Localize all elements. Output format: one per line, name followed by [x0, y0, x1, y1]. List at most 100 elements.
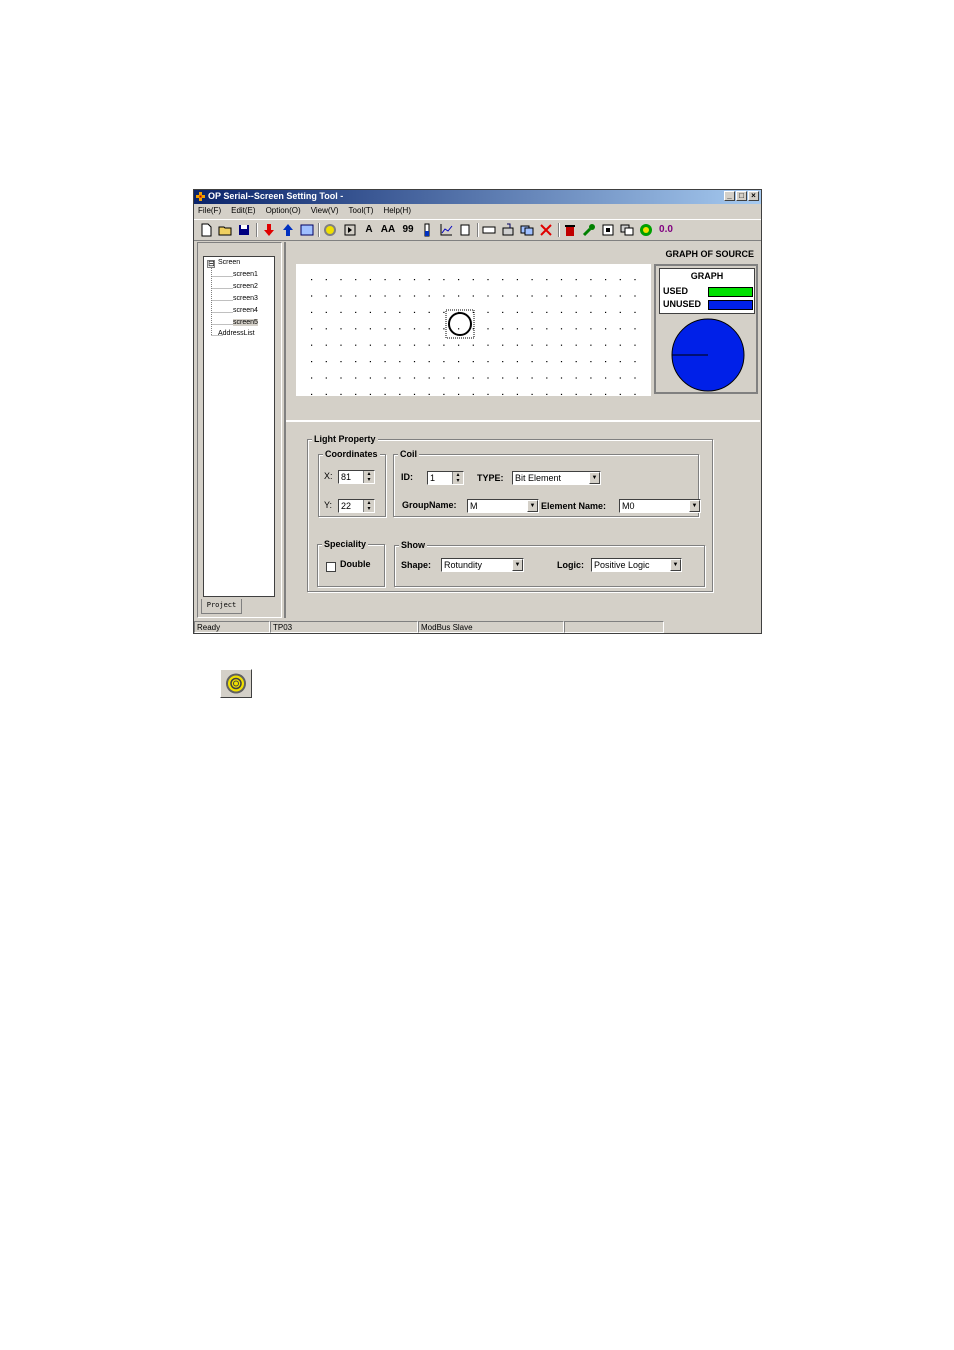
grid-dot: [502, 393, 504, 395]
grid-dot: [605, 393, 607, 395]
float-tool[interactable]: 0.0: [657, 223, 675, 237]
chevron-down-icon[interactable]: ▼: [589, 472, 600, 484]
rectangle-tool-icon[interactable]: [482, 223, 496, 237]
menu-view[interactable]: View(V): [311, 205, 339, 217]
shape-select[interactable]: Rotundity ▼: [441, 558, 524, 572]
delete-icon[interactable]: [539, 223, 553, 237]
source-graph-box: GRAPH USED UNUSED: [654, 264, 758, 394]
bar-tool-icon[interactable]: [420, 223, 434, 237]
status-bar: Ready TP03 ModBus Slave: [194, 621, 761, 633]
text-tool[interactable]: A: [362, 223, 376, 237]
tree-item-screen4[interactable]: screen4: [233, 307, 258, 314]
groupname-select[interactable]: M ▼: [467, 499, 539, 513]
menu-file[interactable]: File(F): [198, 205, 221, 217]
light-tool-button[interactable]: [220, 669, 252, 698]
grid-dot: [634, 328, 636, 330]
grid-dot: [384, 311, 386, 313]
grid-dot: [531, 295, 533, 297]
grid-dot: [458, 295, 460, 297]
tree-item-screen5[interactable]: screen5: [233, 319, 258, 326]
grid-dot: [575, 393, 577, 395]
copy-screen-icon[interactable]: [520, 223, 534, 237]
button-tool-icon[interactable]: [343, 223, 357, 237]
grid-dot: [458, 279, 460, 281]
logic-label: Logic:: [557, 560, 584, 570]
tree-item-screen2[interactable]: screen2: [233, 283, 258, 290]
grid-dot: [428, 344, 430, 346]
maximize-button[interactable]: □: [736, 191, 747, 201]
layers-icon[interactable]: [620, 223, 634, 237]
grid-dot: [399, 361, 401, 363]
trend-chart-icon[interactable]: [439, 223, 453, 237]
hand-tool-icon[interactable]: [458, 223, 472, 237]
trash-icon[interactable]: [563, 223, 577, 237]
chevron-down-icon[interactable]: ▼: [689, 500, 700, 512]
tree-item-addresslist[interactable]: AddressList: [218, 330, 255, 337]
groupname-label: GroupName:: [402, 500, 457, 510]
grid-dot: [531, 344, 533, 346]
menu-tool[interactable]: Tool(T): [349, 205, 374, 217]
spinner-arrows-icon[interactable]: ▴ ▾: [363, 471, 374, 483]
light-element[interactable]: [444, 308, 478, 342]
grid-dot: [340, 361, 342, 363]
grid-dot: [487, 344, 489, 346]
app-icon: [196, 192, 205, 201]
x-coordinate-spinner[interactable]: 81 ▴ ▾: [338, 470, 375, 484]
element-name-select[interactable]: M0 ▼: [619, 499, 701, 513]
double-text-tool[interactable]: AA: [379, 223, 397, 237]
element-name-value: M0: [622, 501, 635, 511]
tree-expand-toggle[interactable]: ⊟: [207, 260, 215, 268]
double-checkbox[interactable]: [326, 562, 336, 572]
status-extra: [564, 621, 664, 633]
grid-dot: [340, 311, 342, 313]
chevron-down-icon[interactable]: ▼: [670, 559, 681, 571]
type-select[interactable]: Bit Element ▼: [512, 471, 601, 485]
import-icon[interactable]: [501, 223, 515, 237]
menu-edit[interactable]: Edit(E): [231, 205, 255, 217]
grid-dot: [546, 361, 548, 363]
spinner-arrows-icon[interactable]: ▴ ▾: [363, 500, 374, 512]
grid-dot: [619, 279, 621, 281]
download-arrow-icon[interactable]: [262, 223, 276, 237]
grid-dot: [325, 377, 327, 379]
menu-help[interactable]: Help(H): [383, 205, 411, 217]
logic-select[interactable]: Positive Logic ▼: [591, 558, 682, 572]
project-tab[interactable]: Project: [201, 599, 242, 614]
color-ring-icon[interactable]: [639, 223, 653, 237]
tree-item-screen1[interactable]: screen1: [233, 271, 258, 278]
type-value: Bit Element: [515, 473, 562, 483]
tree-root-screen[interactable]: Screen: [218, 259, 240, 266]
grid-dot: [311, 279, 313, 281]
frame-tool-icon[interactable]: [601, 223, 615, 237]
screen-canvas[interactable]: [296, 264, 651, 396]
grid-dot: [443, 279, 445, 281]
title-bar[interactable]: OP Serial--Screen Setting Tool - _ □ ×: [194, 190, 761, 204]
upload-arrow-icon[interactable]: [281, 223, 295, 237]
number-tool[interactable]: 99: [400, 223, 416, 237]
new-file-icon[interactable]: [199, 223, 213, 237]
y-coordinate-spinner[interactable]: 22 ▴ ▾: [338, 499, 375, 513]
spinner-arrows-icon[interactable]: ▴ ▾: [452, 472, 463, 484]
close-button[interactable]: ×: [748, 191, 759, 201]
grid-dot: [516, 344, 518, 346]
grid-dot: [325, 328, 327, 330]
tree-item-screen3[interactable]: screen3: [233, 295, 258, 302]
menu-option[interactable]: Option(O): [266, 205, 301, 217]
light-tool-icon[interactable]: [323, 223, 337, 237]
grid-dot: [502, 279, 504, 281]
save-icon[interactable]: [237, 223, 251, 237]
window-title: OP Serial--Screen Setting Tool -: [208, 191, 344, 201]
grid-dot: [369, 279, 371, 281]
grid-dot: [634, 344, 636, 346]
minimize-button[interactable]: _: [724, 191, 735, 201]
grid-dot: [487, 377, 489, 379]
chevron-down-icon[interactable]: ▼: [527, 500, 538, 512]
open-folder-icon[interactable]: [218, 223, 232, 237]
grid-dot: [428, 393, 430, 395]
id-label: ID:: [401, 472, 413, 482]
screen-icon[interactable]: [300, 223, 314, 237]
wrench-icon[interactable]: [582, 223, 596, 237]
coil-title: Coil: [398, 449, 419, 459]
id-spinner[interactable]: 1 ▴ ▾: [427, 471, 464, 485]
chevron-down-icon[interactable]: ▼: [512, 559, 523, 571]
